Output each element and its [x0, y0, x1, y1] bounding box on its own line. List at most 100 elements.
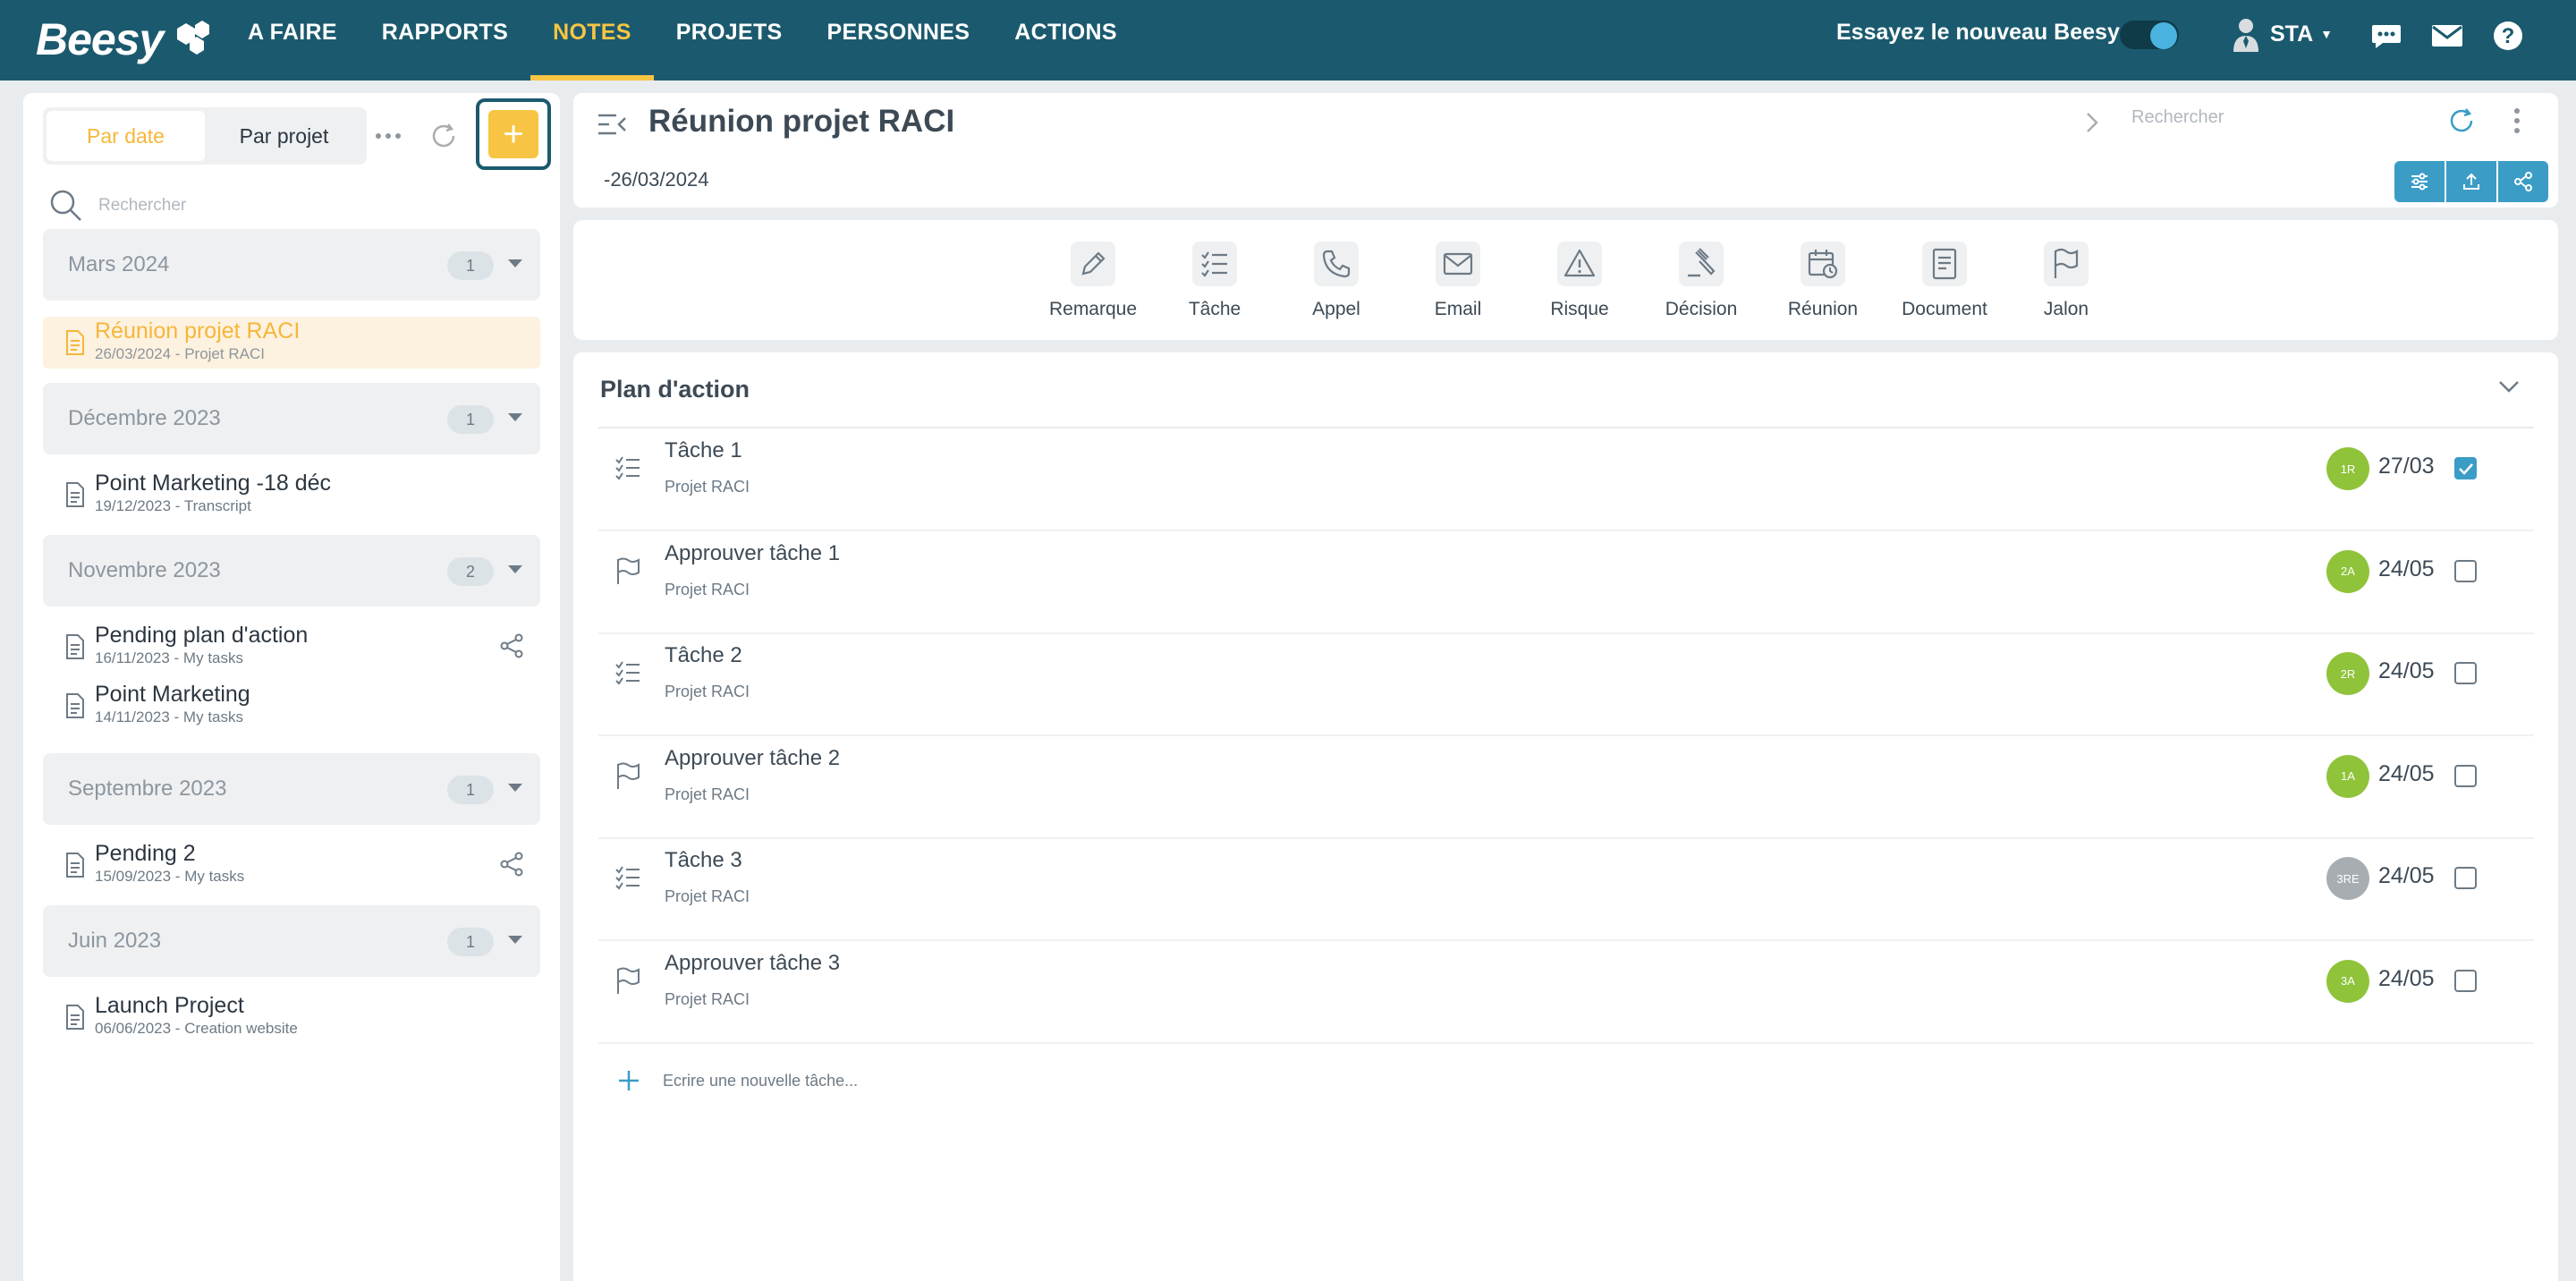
- add-note-button[interactable]: +: [488, 110, 538, 158]
- assignee-avatar[interactable]: 2R: [2326, 652, 2369, 695]
- note-list-item[interactable]: Point Marketing -18 déc 19/12/2023 - Tran…: [43, 469, 540, 521]
- month-group-header[interactable]: Juin 2023 1: [43, 905, 540, 977]
- new-beesy-toggle[interactable]: [2120, 21, 2179, 49]
- tab-par-projet[interactable]: Par projet: [205, 111, 363, 161]
- refresh-icon[interactable]: [424, 116, 463, 156]
- assignee-avatar[interactable]: 1R: [2326, 447, 2369, 490]
- assignee-avatar[interactable]: 3RE: [2326, 857, 2369, 900]
- entry-type-pencil[interactable]: Remarque: [1032, 242, 1154, 320]
- month-group-header[interactable]: Décembre 2023 1: [43, 383, 540, 454]
- entry-type-warning[interactable]: Risque: [1519, 242, 1640, 320]
- entry-type-flag[interactable]: Jalon: [2005, 242, 2127, 320]
- kebab-menu-icon[interactable]: [2512, 106, 2521, 140]
- header-search-input[interactable]: Rechercher: [2131, 107, 2224, 128]
- entry-type-task-list[interactable]: Tâche: [1154, 242, 1275, 320]
- new-task-row[interactable]: Ecrire une nouvelle tâche...: [616, 1068, 858, 1093]
- task-done-checkbox[interactable]: [2454, 559, 2477, 582]
- task-name[interactable]: Approuver tâche 2: [665, 746, 840, 771]
- entry-type-mail[interactable]: Email: [1397, 242, 1519, 320]
- month-group-header[interactable]: Novembre 2023 2: [43, 535, 540, 607]
- export-button[interactable]: [2446, 161, 2496, 202]
- task-done-checkbox[interactable]: [2454, 867, 2477, 889]
- task-name[interactable]: Approuver tâche 3: [665, 951, 840, 976]
- entry-type-gavel[interactable]: Décision: [1640, 242, 1762, 320]
- nav-item-rapports[interactable]: RAPPORTS: [360, 0, 530, 81]
- nav-item-notes[interactable]: NOTES: [530, 0, 654, 81]
- tab-par-date[interactable]: Par date: [47, 111, 205, 161]
- note-list-item[interactable]: Pending 2 15/09/2023 - My tasks: [43, 839, 540, 891]
- chevron-down-icon[interactable]: [508, 259, 522, 267]
- nav-item-projets[interactable]: PROJETS: [654, 0, 805, 81]
- sidebar-search[interactable]: Rechercher: [48, 186, 531, 225]
- task-due-date[interactable]: 24/05: [2378, 966, 2435, 992]
- new-task-input[interactable]: Ecrire une nouvelle tâche...: [663, 1072, 858, 1090]
- task-name[interactable]: Tâche 2: [665, 643, 742, 668]
- task-project: Projet RACI: [665, 785, 750, 803]
- note-list-item[interactable]: Réunion projet RACI 26/03/2024 - Projet R…: [43, 317, 540, 369]
- entry-type-calendar-clock[interactable]: Réunion: [1762, 242, 1884, 320]
- task-row[interactable]: Approuver tâche 2 Projet RACI 1A 24/05: [598, 737, 2534, 839]
- flag-icon: [617, 762, 640, 789]
- entry-type-document[interactable]: Document: [1884, 242, 2005, 320]
- assignee-avatar[interactable]: 2A: [2326, 549, 2369, 593]
- task-name[interactable]: Approuver tâche 1: [665, 541, 840, 566]
- task-row[interactable]: Tâche 2 Projet RACI 2R 24/05: [598, 634, 2534, 736]
- task-project: Projet RACI: [665, 478, 750, 496]
- filter-settings-button[interactable]: [2394, 161, 2445, 202]
- task-name[interactable]: Tâche 1: [665, 438, 742, 463]
- note-subtitle: 26/03/2024 - Projet RACI: [95, 345, 265, 362]
- chevron-down-icon[interactable]: [508, 565, 522, 573]
- collapse-sidebar-icon[interactable]: [597, 111, 629, 142]
- note-list-item[interactable]: Pending plan d'action 16/11/2023 - My tas…: [43, 621, 540, 673]
- note-title: Point Marketing: [95, 682, 250, 707]
- refresh-icon[interactable]: [2446, 106, 2477, 140]
- document-icon: [1932, 248, 1957, 280]
- share-icon: [500, 633, 523, 658]
- task-due-date[interactable]: 24/05: [2378, 556, 2435, 582]
- chevron-down-icon[interactable]: [508, 413, 522, 421]
- user-menu[interactable]: STA ▼: [2231, 16, 2333, 52]
- share-icon[interactable]: [499, 633, 524, 663]
- mail-icon[interactable]: [2429, 18, 2465, 54]
- entry-type-label: Risque: [1550, 299, 1609, 319]
- chevron-down-icon[interactable]: [508, 936, 522, 944]
- assignee-avatar[interactable]: 1A: [2326, 754, 2369, 798]
- note-list-item[interactable]: Point Marketing 14/11/2023 - My tasks: [43, 680, 540, 732]
- chevron-down-icon[interactable]: [508, 784, 522, 792]
- task-list-icon: [614, 659, 641, 692]
- month-group-header[interactable]: Mars 2024 1: [43, 229, 540, 301]
- beesy-logo[interactable]: Beesy: [36, 13, 213, 66]
- nav-item-a-faire[interactable]: A FAIRE: [225, 0, 360, 81]
- task-done-checkbox[interactable]: [2454, 457, 2477, 479]
- task-done-checkbox[interactable]: [2454, 969, 2477, 992]
- chevron-down-icon[interactable]: [2497, 379, 2521, 398]
- task-row[interactable]: Approuver tâche 3 Projet RACI 3A 24/05: [598, 942, 2534, 1044]
- task-done-checkbox[interactable]: [2454, 764, 2477, 787]
- task-due-date[interactable]: 24/05: [2378, 761, 2435, 787]
- share-icon[interactable]: [499, 852, 524, 881]
- chat-icon[interactable]: [2368, 18, 2404, 54]
- help-icon[interactable]: ?: [2490, 18, 2526, 54]
- share-button[interactable]: [2498, 161, 2548, 202]
- more-options-icon[interactable]: [369, 116, 408, 156]
- chevron-right-icon[interactable]: [2085, 111, 2099, 139]
- month-group-header[interactable]: Septembre 2023 1: [43, 753, 540, 825]
- entry-type-phone[interactable]: Appel: [1275, 242, 1397, 320]
- task-done-checkbox[interactable]: [2454, 662, 2477, 684]
- entry-type-label: Décision: [1665, 299, 1738, 319]
- note-list-item[interactable]: Launch Project 06/06/2023 - Creation webs…: [43, 991, 540, 1043]
- task-due-date[interactable]: 27/03: [2378, 454, 2435, 479]
- count-badge: 1: [447, 251, 494, 280]
- task-row[interactable]: Tâche 1 Projet RACI 1R 27/03: [598, 429, 2534, 531]
- task-row[interactable]: Approuver tâche 1 Projet RACI 2A 24/05: [598, 532, 2534, 634]
- assignee-avatar[interactable]: 3A: [2326, 959, 2369, 1003]
- phone-icon-tile: [1314, 242, 1359, 286]
- task-name[interactable]: Tâche 3: [665, 848, 742, 873]
- document-icon: [64, 693, 86, 723]
- nav-item-actions[interactable]: ACTIONS: [992, 0, 1140, 81]
- task-due-date[interactable]: 24/05: [2378, 658, 2435, 684]
- task-due-date[interactable]: 24/05: [2378, 863, 2435, 889]
- nav-item-personnes[interactable]: PERSONNES: [805, 0, 993, 81]
- search-input[interactable]: Rechercher: [98, 196, 186, 216]
- task-row[interactable]: Tâche 3 Projet RACI 3RE 24/05: [598, 839, 2534, 941]
